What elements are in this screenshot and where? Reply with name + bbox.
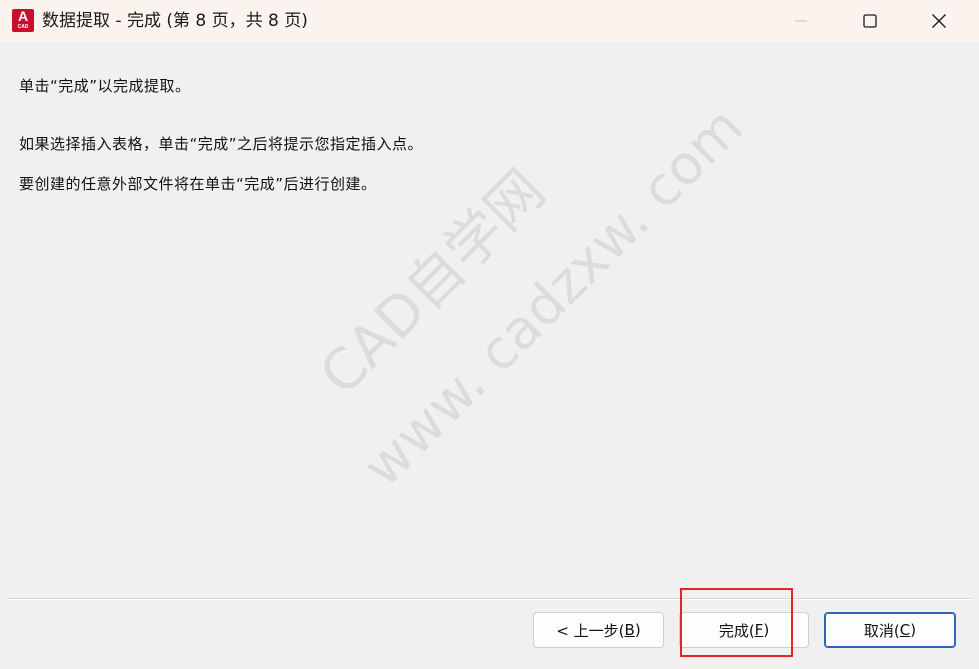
data-extraction-dialog: A CAD 数据提取 - 完成 (第 8 页，共 8 页) 单击“完成”以完成提… <box>0 0 979 669</box>
maximize-button[interactable] <box>838 0 902 42</box>
finish-button-mnemonic: F <box>754 621 764 639</box>
cancel-button[interactable]: 取消(C) <box>824 612 956 648</box>
minimize-button[interactable] <box>769 0 833 42</box>
cancel-button-suffix: ) <box>910 621 917 639</box>
autocad-app-icon: A CAD <box>12 9 34 32</box>
back-button[interactable]: < 上一步(B) <box>533 612 664 648</box>
cancel-button-label: 取消( <box>863 621 900 640</box>
cancel-button-mnemonic: C <box>899 621 911 639</box>
back-button-suffix: ) <box>634 621 641 639</box>
button-separator <box>6 598 973 600</box>
close-button[interactable] <box>907 0 971 42</box>
finish-button[interactable]: 完成(F) <box>679 612 809 648</box>
insert-table-hint-text: 如果选择插入表格，单击“完成”之后将提示您指定插入点。 <box>19 135 424 153</box>
finish-button-suffix: ) <box>763 621 770 639</box>
maximize-icon <box>863 14 877 28</box>
back-button-label: < 上一步( <box>556 621 625 640</box>
finish-button-label: 完成( <box>718 621 755 640</box>
close-icon <box>932 14 946 28</box>
back-button-mnemonic: B <box>624 621 635 639</box>
window-title: 数据提取 - 完成 (第 8 页，共 8 页) <box>42 11 308 31</box>
title-bar[interactable]: A CAD 数据提取 - 完成 (第 8 页，共 8 页) <box>0 0 979 42</box>
external-file-hint-text: 要创建的任意外部文件将在单击“完成”后进行创建。 <box>19 175 377 193</box>
wizard-content: 单击“完成”以完成提取。 如果选择插入表格，单击“完成”之后将提示您指定插入点。… <box>0 42 979 598</box>
minimize-icon <box>795 20 807 22</box>
finish-instruction-text: 单击“完成”以完成提取。 <box>19 77 191 95</box>
